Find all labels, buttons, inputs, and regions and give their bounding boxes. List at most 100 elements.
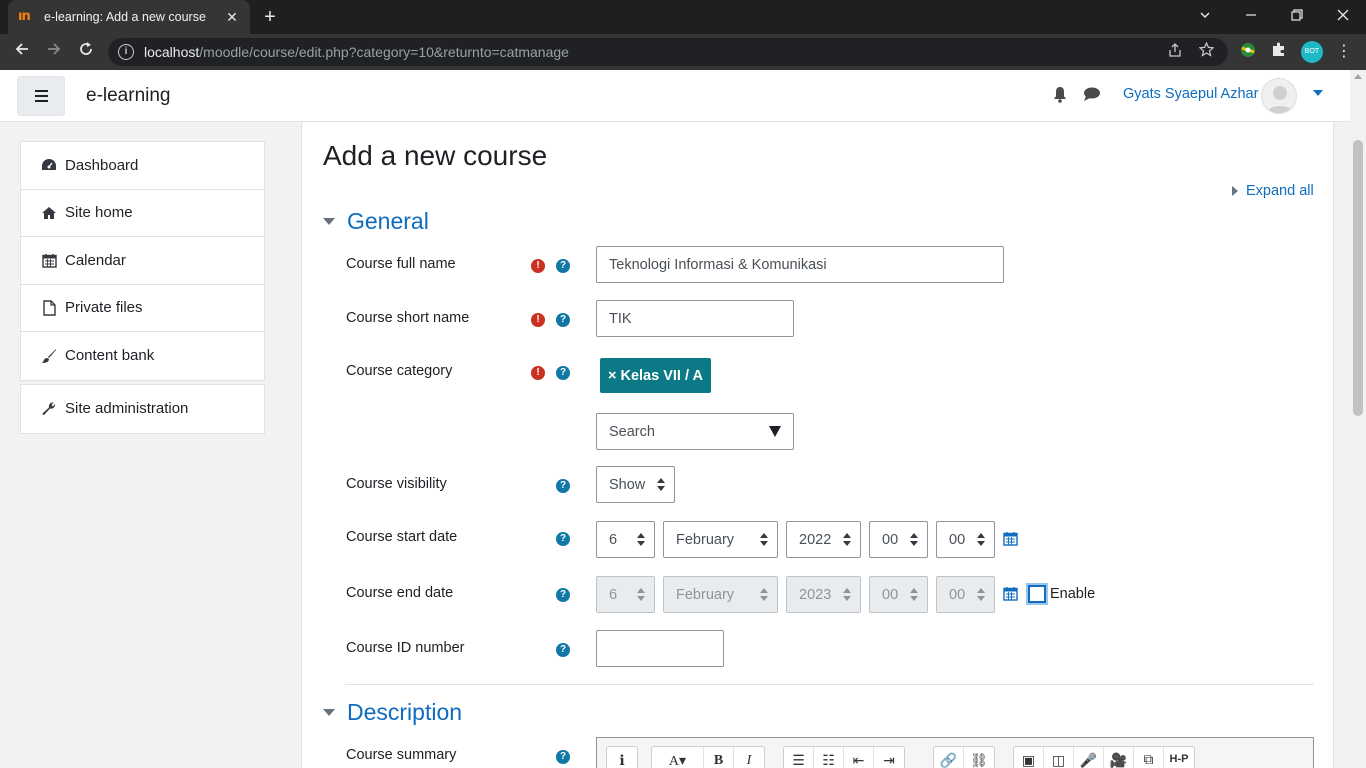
course-category-label: Course category <box>346 363 453 379</box>
expand-all-link[interactable]: Expand all <box>1232 183 1314 199</box>
end-date-enable-toggle[interactable]: Enable <box>1028 585 1095 603</box>
end-day-select: 6 <box>596 576 655 613</box>
tab-close-icon[interactable]: ✕ <box>224 9 240 26</box>
nav-item-label: Private files <box>65 299 143 317</box>
page-scrollbar[interactable] <box>1350 70 1366 768</box>
category-selected-tag[interactable]: × Kelas VII / A <box>600 358 711 393</box>
site-navbar: e-learning Gyats Syaepul Azhar <box>0 70 1350 122</box>
editor-record-video-button[interactable]: 🎥 <box>1104 747 1134 768</box>
section-divider <box>345 684 1314 685</box>
end-date-enable-label: Enable <box>1050 586 1096 602</box>
section-general-toggle[interactable]: General <box>323 208 429 235</box>
end-date-enable-checkbox[interactable] <box>1028 585 1046 603</box>
help-icon[interactable]: ? <box>556 532 570 546</box>
category-search-placeholder: Search <box>609 423 655 440</box>
required-icon: ! <box>531 366 545 380</box>
browser-tabstrip: ın e-learning: Add a new course ✕ + <box>0 0 1366 34</box>
start-hour-select[interactable]: 00 <box>869 521 928 558</box>
browser-profile-avatar[interactable]: BOT <box>1301 41 1323 63</box>
start-month-select[interactable]: February <box>663 521 778 558</box>
start-minute-select[interactable]: 00 <box>936 521 995 558</box>
drawer-toggle-button[interactable] <box>17 76 65 116</box>
course-visibility-select[interactable]: Show <box>596 466 675 503</box>
tab-search-icon[interactable] <box>1182 0 1228 34</box>
share-icon[interactable] <box>1165 42 1185 62</box>
back-icon[interactable] <box>10 40 34 64</box>
editor-media-button[interactable]: ◫ <box>1044 747 1074 768</box>
start-year-select[interactable]: 2022 <box>786 521 861 558</box>
required-icon: ! <box>531 259 545 273</box>
course-short-name-input[interactable]: TIK <box>596 300 794 337</box>
new-tab-button[interactable]: + <box>258 6 282 30</box>
editor-h5p-button[interactable]: H-P <box>1164 747 1194 768</box>
user-menu-name[interactable]: Gyats Syaepul Azhar <box>1123 86 1258 102</box>
section-general-title: General <box>347 208 429 234</box>
help-icon[interactable]: ? <box>556 588 570 602</box>
browser-tab[interactable]: ın e-learning: Add a new course ✕ <box>8 0 250 34</box>
reload-icon[interactable] <box>74 40 98 64</box>
scrollbar-thumb[interactable] <box>1353 140 1363 416</box>
calendar-icon <box>41 252 57 268</box>
calendar-picker-icon[interactable] <box>1003 586 1019 602</box>
help-icon[interactable]: ? <box>556 366 570 380</box>
nav-item-content-bank[interactable]: Content bank <box>21 332 264 380</box>
url-text: localhost/moodle/course/edit.php?categor… <box>144 44 569 60</box>
editor-indent-button[interactable]: ⇥ <box>874 747 904 768</box>
scroll-up-arrow-icon[interactable] <box>1354 74 1362 79</box>
minimize-button[interactable] <box>1228 0 1274 34</box>
user-avatar[interactable] <box>1261 78 1297 114</box>
messages-chat-icon[interactable] <box>1082 86 1102 106</box>
bookmark-star-icon[interactable] <box>1196 41 1216 62</box>
course-full-name-input[interactable]: Teknologi Informasi & Komunikasi <box>596 246 1004 283</box>
site-info-icon[interactable]: i <box>118 44 134 60</box>
extensions-puzzle-icon[interactable] <box>1268 41 1290 63</box>
editor-image-button[interactable]: ▣ <box>1014 747 1044 768</box>
help-icon[interactable]: ? <box>556 479 570 493</box>
editor-bold-button[interactable]: B <box>704 747 734 768</box>
nav-item-private-files[interactable]: Private files <box>21 285 264 332</box>
editor-unlink-button[interactable]: ⛓ <box>964 747 994 768</box>
help-icon[interactable]: ? <box>556 750 570 764</box>
nav-item-site-home[interactable]: Site home <box>21 190 264 237</box>
category-search-select[interactable]: Search <box>596 413 794 450</box>
editor-toolbar: ℹ A▾ B I ☰ ☷ ⇤ ⇥ 🔗 ⛓ ▣ ◫ 🎤 🎥 ⧉ H-P <box>596 737 1314 768</box>
editor-unordered-list-button[interactable]: ☰ <box>784 747 814 768</box>
wrench-icon <box>41 401 57 417</box>
course-id-number-input[interactable] <box>596 630 724 667</box>
editor-link-button[interactable]: 🔗 <box>934 747 964 768</box>
editor-italic-button[interactable]: I <box>734 747 764 768</box>
start-day-select[interactable]: 6 <box>596 521 655 558</box>
editor-record-audio-button[interactable]: 🎤 <box>1074 747 1104 768</box>
close-window-button[interactable] <box>1320 0 1366 34</box>
restore-button[interactable] <box>1274 0 1320 34</box>
editor-collapse-button[interactable]: ℹ <box>607 747 637 768</box>
nav-item-calendar[interactable]: Calendar <box>21 237 264 285</box>
editor-group-lists: ☰ ☷ ⇤ ⇥ <box>783 746 905 768</box>
editor-group-media: ▣ ◫ 🎤 🎥 ⧉ H-P <box>1013 746 1195 768</box>
course-visibility-label: Course visibility <box>346 476 447 492</box>
forward-icon[interactable] <box>42 40 66 64</box>
help-icon[interactable]: ? <box>556 643 570 657</box>
nav-item-dashboard[interactable]: Dashboard <box>21 142 264 190</box>
course-start-date-label: Course start date <box>346 529 458 545</box>
browser-menu-icon[interactable]: ⋮ <box>1336 40 1352 64</box>
end-month-select: February <box>663 576 778 613</box>
course-full-name-label: Course full name <box>346 256 456 272</box>
site-brand[interactable]: e-learning <box>86 85 171 107</box>
course-short-name-label: Course short name <box>346 310 470 326</box>
help-icon[interactable]: ? <box>556 313 570 327</box>
end-minute-select: 00 <box>936 576 995 613</box>
editor-ordered-list-button[interactable]: ☷ <box>814 747 844 768</box>
editor-paragraph-style-button[interactable]: A▾ <box>652 747 704 768</box>
user-menu-chevron-down-icon[interactable] <box>1313 90 1323 96</box>
address-bar[interactable]: i localhost/moodle/course/edit.php?categ… <box>108 38 1228 66</box>
home-icon <box>41 205 57 221</box>
editor-outdent-button[interactable]: ⇤ <box>844 747 874 768</box>
section-description-toggle[interactable]: Description <box>323 699 462 726</box>
extension-colorful-icon[interactable] <box>1237 41 1259 63</box>
nav-item-site-administration[interactable]: Site administration <box>21 385 264 433</box>
editor-manage-files-button[interactable]: ⧉ <box>1134 747 1164 768</box>
notifications-bell-icon[interactable] <box>1050 86 1070 106</box>
calendar-picker-icon[interactable] <box>1003 531 1019 547</box>
help-icon[interactable]: ? <box>556 259 570 273</box>
